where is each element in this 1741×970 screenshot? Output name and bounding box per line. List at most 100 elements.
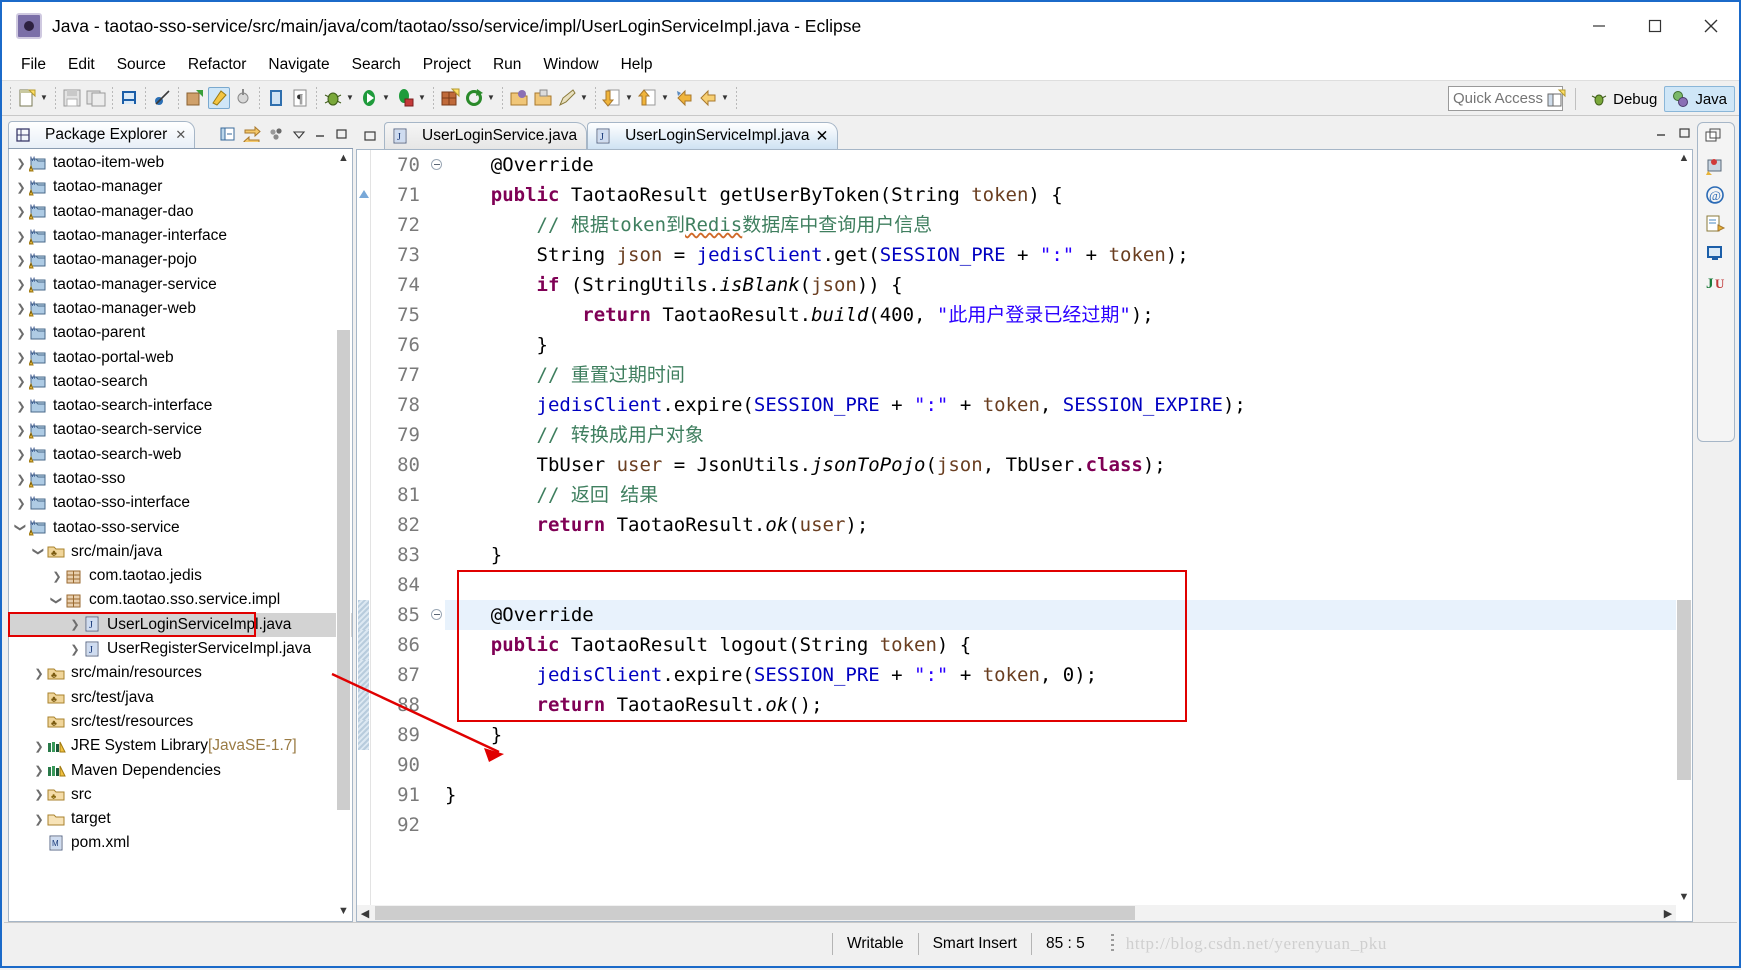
menu-item-refactor[interactable]: Refactor xyxy=(177,54,258,76)
tree-item[interactable]: M! taotao-search-web xyxy=(9,443,352,467)
chevron-right-icon[interactable] xyxy=(13,327,29,340)
scrollbar-thumb[interactable] xyxy=(337,330,350,810)
maximize-icon[interactable] xyxy=(334,127,348,145)
marker-slot[interactable] xyxy=(357,630,370,660)
scroll-down-icon[interactable]: ▼ xyxy=(1676,889,1692,905)
paragraph-button[interactable]: ¶ xyxy=(288,83,312,113)
menu-item-edit[interactable]: Edit xyxy=(57,54,106,76)
back-button[interactable]: ▼ xyxy=(696,83,732,113)
next-annotation-button[interactable]: ▼ xyxy=(600,83,636,113)
code-line[interactable]: } xyxy=(445,330,1692,360)
tree-item[interactable]: target xyxy=(9,807,352,831)
marker-slot[interactable] xyxy=(357,240,370,270)
chevron-right-icon[interactable] xyxy=(67,618,83,631)
editor-tab-userloginserviceimpl[interactable]: J UserLoginServiceImpl.java ✕ xyxy=(587,122,839,149)
editor-marker-ruler[interactable] xyxy=(357,150,371,921)
package-explorer-scrollbar[interactable]: ▲ ▼ xyxy=(336,150,351,920)
chevron-right-icon[interactable] xyxy=(13,205,29,218)
code-line[interactable]: String json = jedisClient.get(SESSION_PR… xyxy=(445,240,1692,270)
code-line[interactable]: // 重置过期时间 xyxy=(445,360,1692,390)
close-icon[interactable]: ✕ xyxy=(815,127,828,146)
open-perspective-button[interactable] xyxy=(1544,84,1568,114)
menu-item-window[interactable]: Window xyxy=(532,54,609,76)
tree-item[interactable]: Mtaotao-search-interface xyxy=(9,394,352,418)
chevron-right-icon[interactable] xyxy=(13,424,29,437)
marker-slot[interactable] xyxy=(357,810,370,840)
minimize-icon[interactable] xyxy=(313,127,327,145)
debug-view-icon[interactable] xyxy=(1704,156,1728,178)
marker-slot[interactable] xyxy=(357,570,370,600)
link-with-editor-icon[interactable] xyxy=(243,125,261,148)
junit-view-icon[interactable]: JU xyxy=(1704,272,1728,294)
tree-item[interactable]: JRE System Library [JavaSE-1.7] xyxy=(9,734,352,758)
new-java-package-button[interactable] xyxy=(183,83,207,113)
perspective-java-button[interactable]: Java xyxy=(1664,86,1735,112)
chevron-right-icon[interactable] xyxy=(13,278,29,291)
maximize-icon[interactable] xyxy=(1677,126,1691,144)
status-resize-grip[interactable] xyxy=(1110,933,1114,954)
code-line[interactable]: // 根据token到Redis数据库中查询用户信息 xyxy=(445,210,1692,240)
folding-ruler[interactable] xyxy=(427,150,445,921)
chevron-right-icon[interactable] xyxy=(13,254,29,267)
chevron-down-icon[interactable]: ▼ xyxy=(416,87,428,109)
editor-horizontal-scrollbar[interactable]: ◀ ▶ xyxy=(357,905,1676,921)
fold-collapse-toggle[interactable] xyxy=(427,150,445,180)
menu-item-navigate[interactable]: Navigate xyxy=(257,54,340,76)
fold-collapse-toggle[interactable] xyxy=(427,600,445,630)
marker-slot[interactable] xyxy=(357,450,370,480)
restore-icon[interactable] xyxy=(1704,127,1728,149)
chevron-right-icon[interactable] xyxy=(31,740,47,753)
editor-tab-userloginservice[interactable]: J UserLoginService.java xyxy=(384,122,588,149)
marker-slot[interactable] xyxy=(357,540,370,570)
tree-item[interactable]: M! taotao-manager xyxy=(9,175,352,199)
chevron-right-icon[interactable] xyxy=(31,788,47,801)
chevron-right-icon[interactable] xyxy=(13,302,29,315)
tree-item[interactable]: M! taotao-manager-dao xyxy=(9,200,352,224)
tree-item[interactable]: ♣ src/test/java xyxy=(9,686,352,710)
code-line[interactable]: public TaotaoResult getUserByToken(Strin… xyxy=(445,180,1692,210)
chevron-down-icon[interactable] xyxy=(13,521,29,534)
close-icon[interactable]: ✕ xyxy=(175,127,186,143)
code-line[interactable]: @Override xyxy=(445,150,1692,180)
chevron-right-icon[interactable] xyxy=(13,230,29,243)
tree-item[interactable]: M! taotao-sso xyxy=(9,467,352,491)
marker-slot[interactable] xyxy=(357,330,370,360)
code-line[interactable]: } xyxy=(445,540,1692,570)
menu-item-project[interactable]: Project xyxy=(412,54,482,76)
coverage-button[interactable]: ▼ xyxy=(393,83,429,113)
tree-item[interactable]: ♣ src xyxy=(9,783,352,807)
code-line[interactable] xyxy=(445,810,1692,840)
chevron-down-icon[interactable]: ▼ xyxy=(578,87,590,109)
tree-item[interactable]: Maven Dependencies xyxy=(9,758,352,782)
code-line[interactable]: if (StringUtils.isBlank(json)) { xyxy=(445,270,1692,300)
tree-item[interactable]: M! taotao-sso-service xyxy=(9,515,352,539)
chevron-right-icon[interactable] xyxy=(13,448,29,461)
tree-item[interactable]: M! taotao-search-service xyxy=(9,418,352,442)
tree-item[interactable]: Mtaotao-parent xyxy=(9,321,352,345)
code-line[interactable]: jedisClient.expire(SESSION_PRE + ":" + t… xyxy=(445,390,1692,420)
debug-button[interactable]: ▼ xyxy=(321,83,357,113)
chevron-down-icon[interactable]: ▼ xyxy=(659,87,671,109)
tree-item[interactable]: M! taotao-manager-service xyxy=(9,272,352,296)
tree-item[interactable]: ♣ src/test/resources xyxy=(9,710,352,734)
minimize-icon[interactable] xyxy=(1654,126,1668,144)
at-sign-icon[interactable]: @ xyxy=(1704,185,1728,207)
open-type-button[interactable] xyxy=(264,83,288,113)
open-resource-button[interactable] xyxy=(507,83,531,113)
marker-slot[interactable] xyxy=(357,660,370,690)
tree-item[interactable]: com.taotao.sso.service.impl xyxy=(9,588,352,612)
code-line[interactable]: } xyxy=(445,780,1692,810)
chevron-down-icon[interactable]: ▼ xyxy=(38,87,50,109)
chevron-down-icon[interactable] xyxy=(49,594,65,607)
marker-slot[interactable] xyxy=(357,180,370,210)
chevron-right-icon[interactable] xyxy=(13,375,29,388)
run-button[interactable]: ▼ xyxy=(357,83,393,113)
marker-slot[interactable] xyxy=(357,510,370,540)
tree-item[interactable]: M! taotao-manager-web xyxy=(9,297,352,321)
chevron-down-icon[interactable]: ▼ xyxy=(344,87,356,109)
scroll-left-icon[interactable]: ◀ xyxy=(357,907,373,920)
code-line[interactable]: return TaotaoResult.build(400, "此用户登录已经过… xyxy=(445,300,1692,330)
marker-slot[interactable] xyxy=(357,300,370,330)
save-button[interactable] xyxy=(60,83,84,113)
chevron-down-icon[interactable] xyxy=(292,127,306,145)
